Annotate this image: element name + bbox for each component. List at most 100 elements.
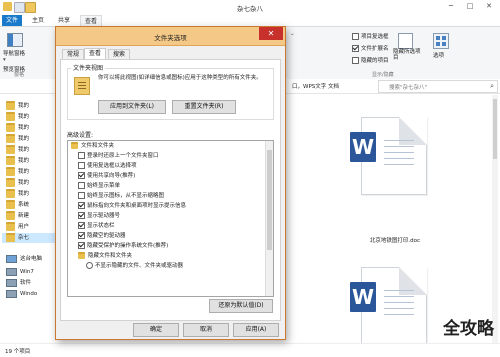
file-area-scrollbar[interactable] — [492, 95, 498, 343]
folder-views-description: 你可以将此视图(如详细信息或图标)应用于这种类型的所有文件夹。 — [98, 75, 262, 81]
navigation-pane-icon[interactable] — [7, 33, 23, 47]
minimize-button[interactable]: ─ — [442, 0, 460, 13]
nav-item[interactable]: 我的 — [6, 123, 29, 133]
nav-item[interactable]: 新建 — [6, 211, 29, 221]
nav-item[interactable]: 我的 — [6, 145, 29, 155]
folder-icon — [6, 112, 15, 121]
item-checkboxes-toggle[interactable]: 项目复选框 — [352, 32, 389, 40]
tree-option[interactable]: 隐藏空的驱动器 — [78, 232, 126, 241]
hidden-items-checkbox[interactable] — [352, 57, 359, 64]
maximize-button[interactable]: □ — [461, 0, 479, 13]
nav-item-label: 新建 — [18, 213, 30, 219]
hidden-items-toggle[interactable]: 隐藏的项目 — [352, 56, 389, 64]
tree-option[interactable]: 鼠标指向文件夹和桌面项时显示提示信息 — [78, 202, 186, 211]
hidden-items-label: 隐藏的项目 — [361, 58, 389, 64]
navigation-pane-dropdown-icon[interactable]: ▾ — [3, 57, 6, 63]
checkbox[interactable] — [78, 212, 85, 219]
tree-option[interactable]: 始终显示菜单 — [78, 182, 120, 191]
search-icon[interactable]: ⌕ — [490, 82, 494, 91]
nav-item-label: Windo — [20, 291, 38, 297]
folder-icon — [78, 252, 85, 259]
file-extensions-toggle[interactable]: 文件扩展名 — [352, 44, 389, 52]
nav-item-label: 软件 — [20, 280, 32, 286]
reset-folders-button[interactable]: 重置文件夹(R) — [172, 100, 236, 114]
nav-item[interactable]: 系统 — [6, 200, 29, 210]
computer-icon — [6, 254, 17, 263]
ok-button[interactable]: 确定 — [133, 323, 179, 337]
hide-selected-button[interactable]: 隐藏所选项目 — [393, 49, 421, 61]
checkbox[interactable] — [78, 152, 85, 159]
dialog-close-button[interactable]: ✕ — [259, 27, 283, 40]
window-titlebar: 杂七杂八 ─ □ ✕ — [0, 0, 500, 15]
nav-item-drive[interactable]: Win7 — [6, 267, 34, 277]
folder-views-title: 文件夹视图 — [71, 63, 106, 72]
nav-item[interactable]: 我的 — [6, 101, 29, 111]
show-hide-group-label: 显示/隐藏 — [372, 72, 394, 78]
restore-defaults-button[interactable]: 还原为默认值(D) — [209, 299, 273, 313]
tree-option[interactable]: 使用复选框以选择项 — [78, 162, 137, 171]
folder-icon — [6, 167, 15, 176]
nav-item[interactable]: 我的 — [6, 134, 29, 144]
options-button[interactable]: 选项 — [433, 51, 444, 59]
hide-selected-icon[interactable] — [398, 33, 413, 49]
radio-button[interactable] — [86, 262, 93, 269]
tree-option[interactable]: 始终显示图标，从不显示缩略图 — [78, 192, 164, 201]
checkbox[interactable] — [78, 232, 85, 239]
nav-item-this-pc[interactable]: 这台电脑 — [6, 254, 42, 264]
tree-label: 始终显示菜单 — [87, 183, 121, 189]
nav-item[interactable]: 我的 — [6, 156, 29, 166]
apply-to-folders-button[interactable]: 应用到文件夹(L) — [98, 100, 166, 114]
checkbox[interactable] — [78, 162, 85, 169]
apply-button[interactable]: 应用(A) — [233, 323, 279, 337]
tree-option[interactable]: 不显示隐藏的文件、文件夹或驱动器 — [86, 262, 183, 271]
address-partial-text: 口，WPS文字 文档 — [292, 84, 339, 90]
nav-item[interactable]: 我的 — [6, 112, 29, 122]
folder-icon — [6, 211, 15, 220]
folder-views-group: 你可以将此视图(如详细信息或图标)应用于这种类型的所有文件夹。 应用到文件夹(L… — [67, 68, 274, 120]
checkbox[interactable] — [78, 242, 85, 249]
file-extensions-checkbox[interactable] — [352, 45, 359, 52]
nav-item-drive[interactable]: Windo — [6, 289, 37, 299]
tree-option[interactable]: 显示驱动器号 — [78, 212, 120, 221]
tree-option[interactable]: 显示状态栏 — [78, 222, 115, 231]
advanced-settings-tree[interactable]: 文件和文件夹 登录时还原上一个文件夹窗口 使用复选框以选择项 使用共享向导(推荐… — [67, 140, 274, 297]
tree-option[interactable]: 使用共享向导(推荐) — [78, 172, 135, 181]
nav-item-label: 我的 — [18, 147, 30, 153]
view-tab-panel: 你可以将此视图(如详细信息或图标)应用于这种类型的所有文件夹。 应用到文件夹(L… — [60, 59, 281, 321]
nav-item-label: 我的 — [18, 158, 30, 164]
nav-item[interactable]: 我的 — [6, 189, 29, 199]
options-icon[interactable] — [433, 33, 449, 49]
tree-label: 始终显示图标，从不显示缩略图 — [87, 193, 165, 199]
checkbox[interactable] — [78, 172, 85, 179]
checkbox[interactable] — [78, 202, 85, 209]
file-name[interactable]: 北京地铁图打印.doc — [340, 236, 450, 244]
navigation-pane-button[interactable]: 导航窗格 — [3, 49, 25, 57]
folder-icon — [6, 101, 15, 110]
folder-options-dialog: 文件夹选项 ✕ 常规 查看 搜索 你可以将此视图(如详细信息或图标)应用于这种类… — [55, 26, 286, 340]
tab-home[interactable]: 主页 — [28, 15, 48, 26]
tab-share[interactable]: 共享 — [54, 15, 74, 26]
tab-file[interactable]: 文件 — [2, 15, 23, 26]
word-doc-icon[interactable]: W — [350, 267, 427, 345]
nav-item-label: 系统 — [18, 202, 30, 208]
word-doc-icon[interactable]: W — [350, 117, 427, 195]
cancel-button[interactable]: 取消 — [183, 323, 229, 337]
close-button[interactable]: ✕ — [480, 0, 498, 13]
checkbox[interactable] — [78, 182, 85, 189]
tree-option[interactable]: 隐藏受保护的操作系统文件(推荐) — [78, 242, 168, 251]
item-count: 19 个项目 — [5, 349, 31, 355]
checkbox[interactable] — [78, 192, 85, 199]
nav-item-selected[interactable]: 杂七 — [2, 233, 60, 243]
tree-option[interactable]: 登录时还原上一个文件夹窗口 — [78, 152, 159, 161]
nav-item[interactable]: 用户 — [6, 222, 29, 232]
nav-item[interactable]: 我的 — [6, 167, 29, 177]
nav-item[interactable]: 我的 — [6, 178, 29, 188]
folder-icon — [6, 156, 15, 165]
watermark-text: 全攻略 — [443, 319, 494, 339]
checkbox[interactable] — [78, 222, 85, 229]
search-box[interactable]: 搜索"杂七杂八" ⌕ — [378, 80, 498, 93]
tree-scrollbar[interactable] — [265, 141, 273, 296]
search-input[interactable]: 搜索"杂七杂八" — [389, 83, 427, 91]
nav-item-drive[interactable]: 软件 — [6, 278, 31, 288]
item-checkboxes-checkbox[interactable] — [352, 33, 359, 40]
